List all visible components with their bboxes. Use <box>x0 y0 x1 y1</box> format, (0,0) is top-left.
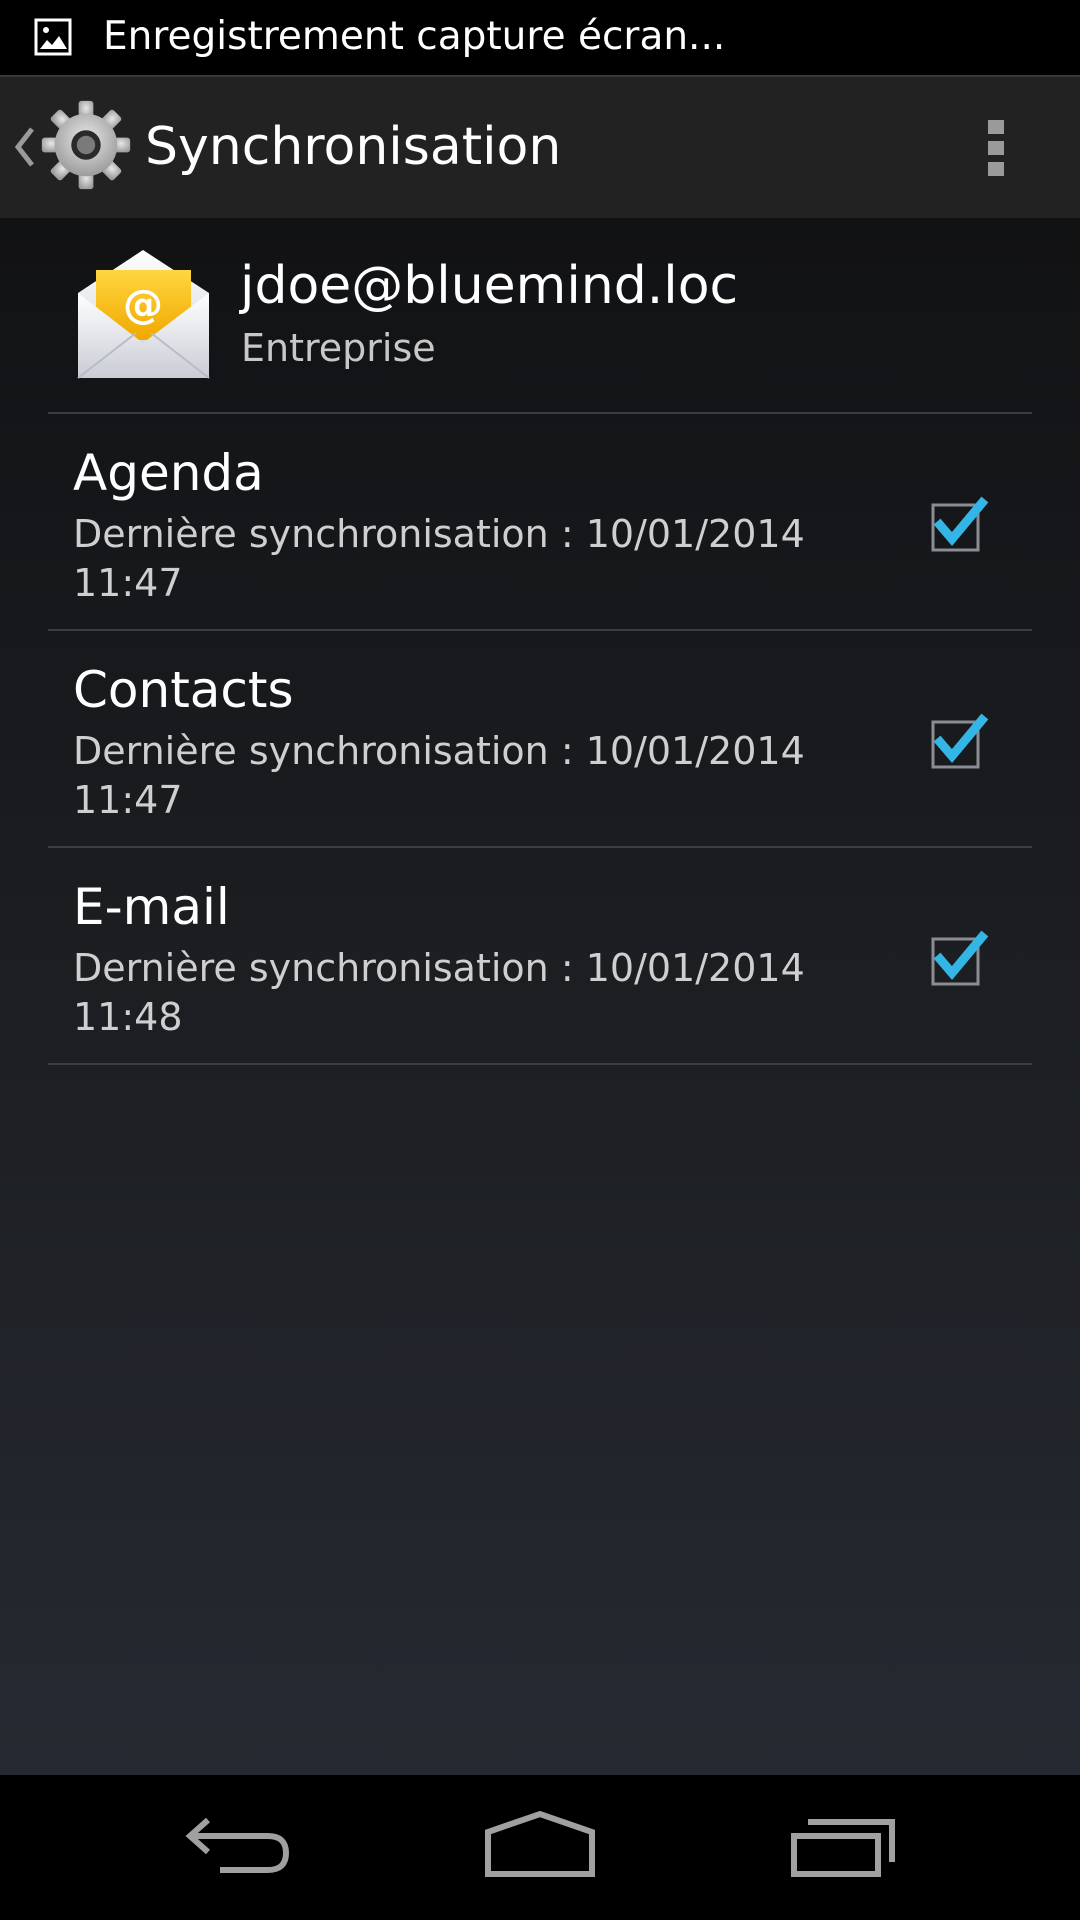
image-icon <box>34 18 72 56</box>
navigation-bar <box>0 1775 1080 1920</box>
settings-content: @ jdoe@bluemind.loc Entreprise Agenda De… <box>0 218 1080 1775</box>
status-bar: Enregistrement capture écran... <box>0 0 1080 75</box>
home-icon[interactable] <box>480 1810 600 1882</box>
sync-item-summary: Dernière synchronisation : 10/01/2014 11… <box>73 946 805 1039</box>
divider <box>48 1063 1032 1065</box>
page-title: Synchronisation <box>145 117 562 177</box>
checkbox-checked[interactable] <box>930 493 990 553</box>
action-bar: Synchronisation <box>0 75 1080 218</box>
sync-item-summary: Dernière synchronisation : 10/01/2014 11… <box>73 512 805 605</box>
sync-item-title: E-mail <box>73 878 230 936</box>
back-icon[interactable] <box>180 1810 300 1882</box>
checkbox-checked[interactable] <box>930 710 990 770</box>
up-caret-icon[interactable] <box>10 123 38 171</box>
recents-icon[interactable] <box>780 1810 900 1882</box>
overflow-menu-icon[interactable] <box>978 114 1014 182</box>
email-envelope-icon: @ <box>77 250 210 379</box>
svg-text:@: @ <box>123 282 163 328</box>
account-type: Entreprise <box>241 326 436 370</box>
checkbox-checked[interactable] <box>930 927 990 987</box>
account-header: @ jdoe@bluemind.loc Entreprise <box>0 218 1080 413</box>
sync-item-email[interactable]: E-mail Dernière synchronisation : 10/01/… <box>0 848 1080 1064</box>
gear-icon[interactable] <box>40 99 132 191</box>
sync-item-agenda[interactable]: Agenda Dernière synchronisation : 10/01/… <box>0 414 1080 630</box>
sync-item-contacts[interactable]: Contacts Dernière synchronisation : 10/0… <box>0 631 1080 847</box>
sync-item-summary: Dernière synchronisation : 10/01/2014 11… <box>73 729 805 822</box>
sync-item-title: Contacts <box>73 661 294 719</box>
notification-text: Enregistrement capture écran... <box>103 14 726 59</box>
sync-item-title: Agenda <box>73 444 264 502</box>
account-email: jdoe@bluemind.loc <box>240 256 739 316</box>
